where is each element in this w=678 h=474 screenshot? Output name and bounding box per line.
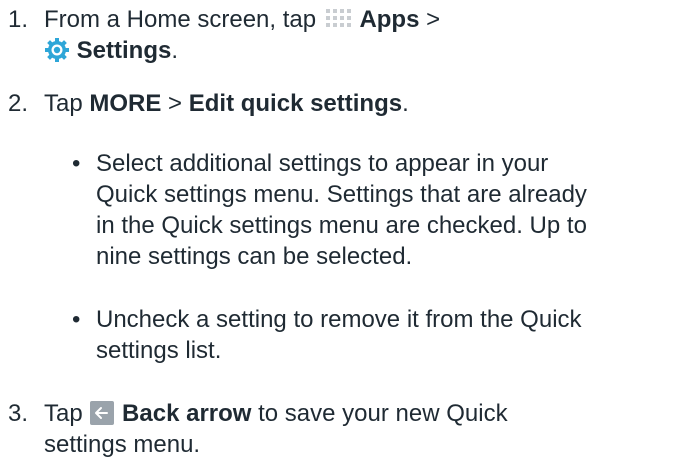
step-number: 2.: [8, 90, 29, 117]
bullet-line: Quick settings menu. Settings that are a…: [96, 181, 587, 208]
bullet-text: Select additional settings to appear in …: [96, 148, 587, 272]
bullet-text: Uncheck a setting to remove it from the …: [96, 304, 582, 366]
bullet-line: in the Quick settings menu are checked. …: [96, 212, 587, 239]
step-text-segment: >: [419, 6, 441, 33]
settings-gear-icon: [44, 37, 70, 71]
step-text-segment: From a Home screen, tap: [44, 6, 323, 33]
settings-label: Settings: [76, 37, 172, 64]
step-text-segment: Tap: [44, 90, 90, 117]
bullet-line: settings list.: [96, 337, 222, 364]
bullet-line: Uncheck a setting to remove it from the …: [96, 306, 582, 333]
step-text: From a Home screen, tap Apps > Settings.: [44, 4, 440, 66]
step-text-segment: Tap: [44, 400, 90, 427]
step-number: 3.: [8, 400, 29, 427]
bullet-dot: •: [72, 306, 81, 333]
apps-grid-icon: [323, 6, 353, 40]
back-arrow-label: Back arrow: [122, 400, 252, 427]
more-label: MORE: [89, 90, 162, 117]
edit-quick-settings-label: Edit quick settings: [188, 90, 403, 117]
instructions-document: 1. From a Home screen, tap Apps > Settin…: [0, 0, 678, 474]
apps-label: Apps: [359, 6, 420, 33]
step-number: 1.: [8, 6, 29, 33]
bullet-dot: •: [72, 150, 81, 177]
step-text-segment: .: [402, 90, 409, 117]
step-text: Tap MORE > Edit quick settings.: [44, 88, 409, 119]
bullet-line: nine settings can be selected.: [96, 243, 413, 270]
step-text-segment: >: [161, 90, 189, 117]
step-text: Tap Back arrow to save your new Quick se…: [44, 398, 508, 460]
step-text-segment: .: [171, 37, 179, 64]
step-text-segment: to save your new Quick: [251, 400, 508, 427]
step-text-line: settings menu.: [44, 431, 201, 458]
bullet-line: Select additional settings to appear in …: [96, 150, 549, 177]
